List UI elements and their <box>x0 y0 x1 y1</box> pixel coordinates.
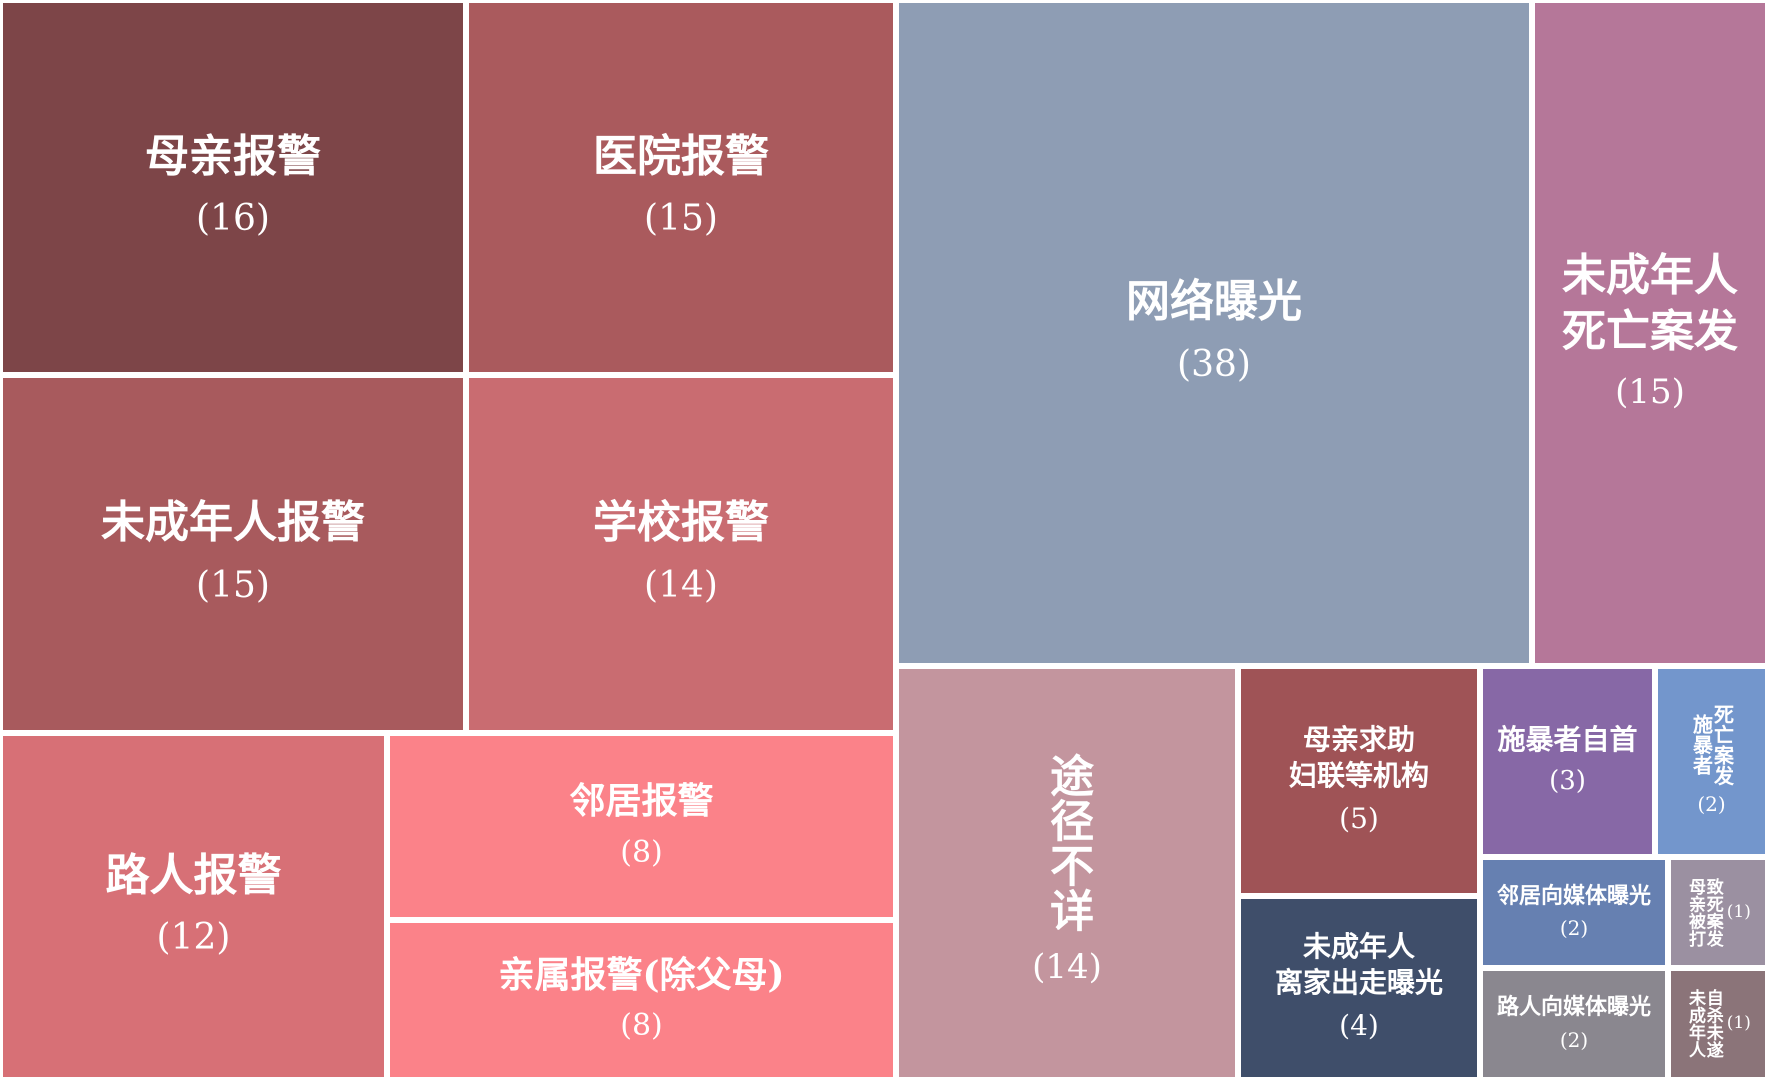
tile-value: (5) <box>1339 801 1379 835</box>
tile-label: 途径不详 <box>1042 752 1094 933</box>
treemap-tile: 医院报警 (15) <box>466 0 896 375</box>
treemap-tile: 未成年人 离家出走曝光 (4) <box>1238 896 1480 1080</box>
tile-label: 未成年人报警 <box>101 497 365 549</box>
tile-label: 亲属报警(除父母) <box>498 953 785 996</box>
treemap-tile: 路人向媒体曝光 (2) <box>1480 968 1668 1080</box>
tile-value: (1) <box>1726 1013 1751 1034</box>
tile-value: (2) <box>1559 1027 1589 1052</box>
tile-value: (12) <box>156 917 231 959</box>
treemap-tile: 网络曝光 (38) <box>896 0 1532 666</box>
treemap-tile: 途径不详 (14) <box>896 666 1238 1080</box>
treemap-tile: 母亲求助 妇联等机构 (5) <box>1238 666 1480 896</box>
tile-label: 母亲求助 妇联等机构 <box>1288 723 1429 792</box>
treemap-tile: 自杀未遂 未成年人 (1) <box>1668 968 1768 1080</box>
treemap-tile: 学校报警 (14) <box>466 375 896 733</box>
treemap-tile: 施暴者自首 (3) <box>1480 666 1655 857</box>
treemap-tile: 未成年人报警 (15) <box>0 375 466 733</box>
tile-label: 母亲报警 <box>145 130 321 182</box>
tile-label: 死亡案发 施暴者 <box>1689 703 1735 786</box>
tile-label: 医院报警 <box>593 130 769 182</box>
tile-label: 邻居向媒体曝光 <box>1496 882 1651 909</box>
tile-value: (2) <box>1559 916 1589 941</box>
tile-value: (8) <box>620 834 663 870</box>
tile-label: 学校报警 <box>593 497 769 549</box>
treemap-tile: 致死案发 母亲被打 (1) <box>1668 857 1768 968</box>
tile-label: 邻居报警 <box>569 780 714 823</box>
tile-value: (15) <box>196 564 270 606</box>
tile-label: 路人向媒体曝光 <box>1496 994 1651 1021</box>
tile-value: (15) <box>1615 372 1685 413</box>
tile-label: 自杀未遂 未成年人 <box>1684 989 1723 1059</box>
treemap-tile: 母亲报警 (16) <box>0 0 466 375</box>
tile-value: (38) <box>1177 343 1251 385</box>
tile-value: (14) <box>1032 947 1102 988</box>
tile-label: 网络曝光 <box>1126 276 1302 328</box>
tile-value: (3) <box>1549 765 1586 796</box>
tile-value: (16) <box>196 198 270 240</box>
tile-value: (14) <box>644 564 718 606</box>
tile-label: 致死案发 母亲被打 <box>1684 877 1723 948</box>
treemap-chart: 母亲报警 (16) 医院报警 (15) 未成年人报警 (15) 学校报警 (14) 路人报警 (1… <box>0 0 1768 1080</box>
treemap-tile: 邻居报警 (8) <box>387 733 896 920</box>
tile-value: (15) <box>644 198 718 240</box>
tile-value: (2) <box>1697 792 1726 817</box>
tile-label: 未成年人 死亡案发 <box>1562 249 1738 357</box>
treemap-tile: 死亡案发 施暴者 (2) <box>1655 666 1768 857</box>
tile-value: (4) <box>1339 1008 1379 1042</box>
tile-value: (8) <box>620 1008 663 1044</box>
treemap-tile: 路人报警 (12) <box>0 733 387 1080</box>
treemap-tile: 未成年人 死亡案发 (15) <box>1532 0 1768 666</box>
treemap-tile: 亲属报警(除父母) (8) <box>387 920 896 1080</box>
tile-label: 未成年人 离家出走曝光 <box>1274 930 1443 999</box>
tile-value: (1) <box>1726 901 1751 922</box>
tile-label: 路人报警 <box>105 849 282 901</box>
treemap-tile: 邻居向媒体曝光 (2) <box>1480 857 1668 968</box>
tile-label: 施暴者自首 <box>1497 723 1638 757</box>
